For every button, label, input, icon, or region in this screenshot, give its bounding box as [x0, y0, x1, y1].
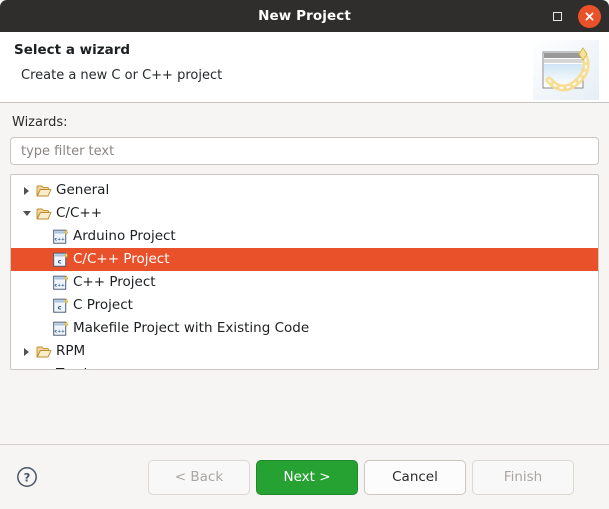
tree-item-label: Tracing: [56, 363, 104, 369]
filter-input[interactable]: type filter text: [10, 137, 599, 165]
tree-item-label: Arduino Project: [73, 228, 176, 244]
window-controls: [546, 0, 601, 32]
folder-icon: [34, 368, 54, 370]
cpp-project-icon: c++: [51, 274, 71, 291]
svg-text:c++: c++: [54, 328, 65, 334]
tree-item-arduino-project[interactable]: c++ Arduino Project: [11, 225, 598, 248]
titlebar: New Project: [0, 0, 609, 32]
tree-item-label: C/C++: [56, 205, 103, 221]
cpp-project-icon: c++: [51, 228, 71, 245]
tree-item-c-project[interactable]: c C Project: [11, 294, 598, 317]
svg-text:c++: c++: [54, 282, 65, 288]
page-description: Create a new C or C++ project: [21, 68, 223, 83]
footer-button-group: < Back Next > Cancel Finish: [148, 459, 574, 495]
folder-icon: [34, 184, 54, 198]
chevron-right-icon[interactable]: [19, 186, 34, 195]
tree-item-label: General: [56, 182, 110, 198]
svg-text:c: c: [57, 303, 61, 311]
tree-item-rpm[interactable]: RPM: [11, 340, 598, 363]
tree-item-label: Makefile Project with Existing Code: [73, 320, 310, 336]
dialog-body: Wizards: type filter text General C/C++ c+…: [0, 103, 609, 444]
finish-button: Finish: [472, 459, 574, 495]
tree-item-label: C++ Project: [73, 274, 156, 290]
c-project-icon: c: [51, 297, 71, 314]
dialog-footer: ? < Back Next > Cancel Finish: [0, 444, 609, 509]
wizard-banner-icon: [533, 40, 599, 100]
chevron-down-icon[interactable]: [19, 211, 34, 216]
button-label: < Back: [174, 469, 224, 485]
svg-text:c++: c++: [54, 236, 65, 242]
tree-item-c-c-project[interactable]: c C/C++ Project: [11, 248, 598, 271]
tree-item-makefile-project-with-existing-code[interactable]: c++ Makefile Project with Existing Code: [11, 317, 598, 340]
new-project-dialog: New Project Select a wizard Create a new…: [0, 0, 609, 509]
filter-input-placeholder: type filter text: [21, 143, 115, 159]
tree-item-label: RPM: [56, 343, 86, 359]
tree-item-label: C Project: [73, 297, 133, 313]
tree-item-label: C/C++ Project: [73, 251, 170, 267]
wizard-tree[interactable]: General C/C++ c++ Arduino Project c C/C++ Pro…: [10, 174, 599, 370]
close-icon[interactable]: [578, 4, 601, 28]
folder-icon: [34, 207, 54, 221]
svg-text:c: c: [57, 257, 61, 265]
folder-icon: [34, 345, 54, 359]
help-icon[interactable]: ?: [14, 464, 40, 490]
button-label: Cancel: [392, 469, 438, 485]
page-title: Select a wizard: [14, 42, 131, 58]
next-button[interactable]: Next >: [256, 459, 358, 495]
c-project-icon: c: [51, 251, 71, 268]
tree-item-c-c[interactable]: C/C++: [11, 202, 598, 225]
button-label: Finish: [503, 469, 543, 485]
svg-text:?: ?: [24, 471, 31, 485]
tree-item-c-project[interactable]: c++ C++ Project: [11, 271, 598, 294]
chevron-right-icon[interactable]: [19, 347, 34, 356]
wizard-header: Select a wizard Create a new C or C++ pr…: [0, 32, 609, 103]
maximize-icon[interactable]: [546, 5, 568, 27]
cpp-project-icon: c++: [51, 320, 71, 337]
tree-item-general[interactable]: General: [11, 179, 598, 202]
button-label: Next >: [283, 469, 331, 485]
window-title: New Project: [258, 8, 351, 24]
wizards-label: Wizards:: [12, 115, 68, 130]
tree-item-tracing[interactable]: Tracing: [11, 363, 598, 370]
cancel-button[interactable]: Cancel: [364, 459, 466, 495]
back-button: < Back: [148, 459, 250, 495]
